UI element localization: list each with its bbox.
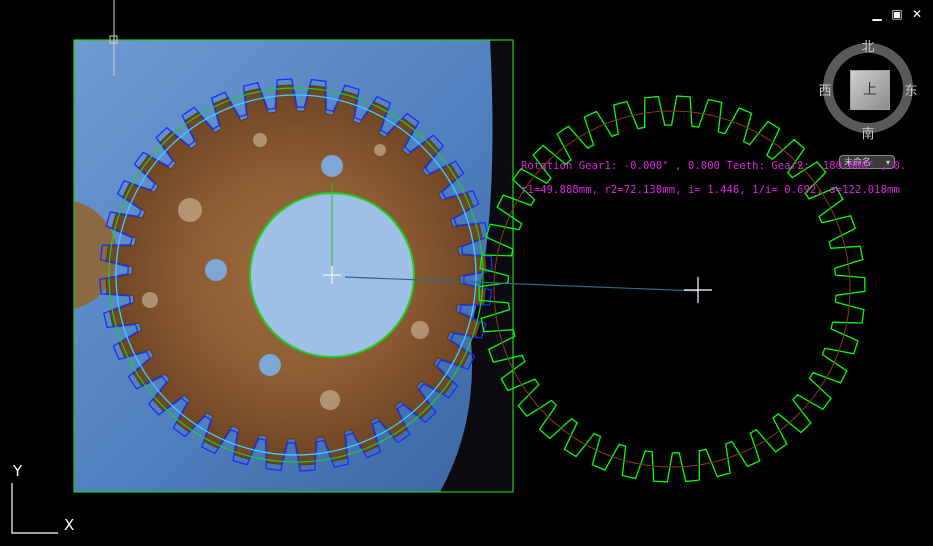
rust-highlight — [320, 390, 340, 410]
cube-top-face[interactable]: 上 — [850, 70, 890, 110]
compass-east[interactable]: 东 — [901, 80, 921, 99]
compass-north[interactable]: 北 — [858, 36, 878, 55]
axis-x-label: X — [64, 516, 75, 534]
rust-highlight — [411, 321, 429, 339]
rotation-info-text: Rotation Gear1: -0.000° , 0.000 Teeth: G… — [521, 160, 907, 172]
rust-highlight — [142, 292, 158, 308]
gear-photo — [74, 40, 513, 492]
compass-west[interactable]: 西 — [815, 80, 835, 99]
compass-south[interactable]: 南 — [858, 123, 878, 142]
rust-highlight — [253, 133, 267, 147]
minimize-button[interactable]: ▁ — [870, 7, 884, 21]
viewcube[interactable]: 北 南 西 东 上 — [815, 35, 925, 145]
gear2-center-cross[interactable] — [684, 277, 712, 303]
close-button[interactable]: ✕ — [910, 7, 924, 21]
rust-highlight — [374, 144, 386, 156]
gear2-profile[interactable] — [478, 95, 866, 483]
ucs-icon — [11, 483, 58, 534]
axis-y-label: Y — [13, 462, 23, 480]
drawing-viewport[interactable] — [0, 0, 933, 546]
rust-highlight — [178, 198, 202, 222]
maximize-button[interactable]: ▣ — [890, 7, 904, 21]
ratio-info-text: r1=49.888mm, r2=72.130mm, i= 1.446, 1/i=… — [521, 184, 900, 196]
